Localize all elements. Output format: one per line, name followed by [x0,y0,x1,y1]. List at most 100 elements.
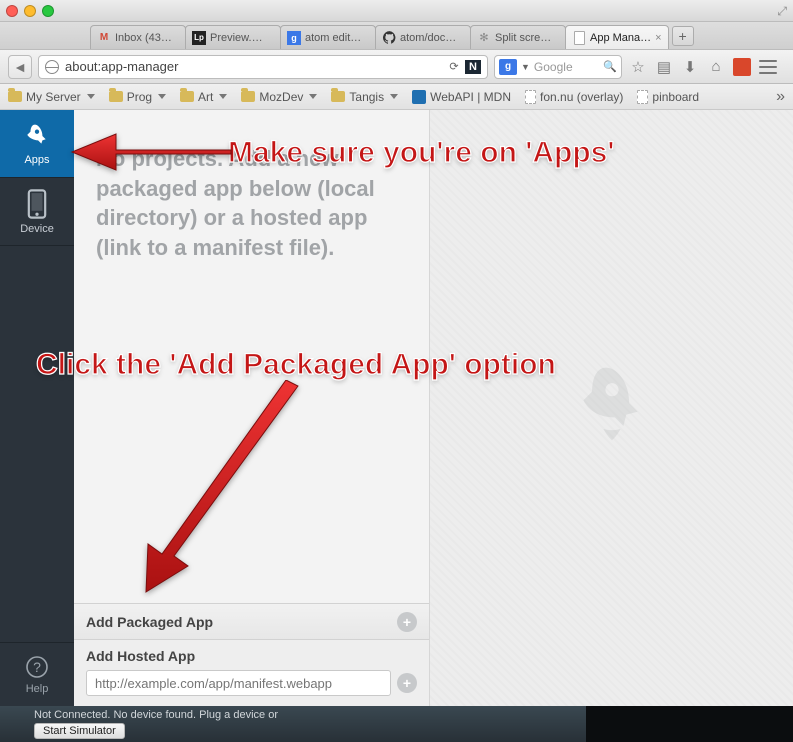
menu-button[interactable] [758,57,778,77]
tab-label: Preview.… [210,32,263,44]
svg-text:?: ? [33,659,41,675]
page-icon [637,90,648,104]
hosted-url-input[interactable] [86,670,391,696]
bookmark-folder-mozdev[interactable]: MozDev [241,90,317,104]
fullscreen-icon[interactable]: ⤢ [777,4,787,19]
new-tab-button[interactable]: + [672,26,694,46]
bookmark-webapi[interactable]: WebAPI | MDN [412,90,511,104]
bookmark-folder-myserver[interactable]: My Server [8,90,95,104]
bookmark-folder-art[interactable]: Art [180,90,227,104]
chevron-down-icon [219,94,227,99]
sidebar-item-apps[interactable]: Apps [0,110,74,178]
add-packaged-app-button[interactable]: Add Packaged App + [74,603,429,639]
add-hosted-app-section: Add Hosted App + [74,639,429,706]
tab-atom-doc[interactable]: atom/doc… [375,25,471,49]
search-placeholder: Google [534,60,573,74]
gmail-icon: M [97,31,111,45]
minimize-window-button[interactable] [24,5,36,17]
search-box[interactable]: g ▼ Google 🔍 [494,55,622,79]
navigation-toolbar: ◄ about:app-manager ⟳ N g ▼ Google 🔍 ☆ ▤… [0,50,793,84]
add-packaged-label: Add Packaged App [86,614,213,630]
tab-label: atom edit… [305,32,361,44]
folder-icon [8,91,22,102]
chevron-down-icon [309,94,317,99]
chevron-down-icon [158,94,166,99]
bookmark-label: Art [198,90,213,104]
plus-icon: + [397,612,417,632]
bookmark-label: fon.nu (overlay) [540,90,623,104]
bookmark-fonnu[interactable]: fon.nu (overlay) [525,90,623,104]
url-bar[interactable]: about:app-manager ⟳ N [38,55,488,79]
gear-icon: ✻ [477,31,491,45]
bookmark-label: Tangis [349,90,384,104]
list-icon[interactable]: ▤ [654,57,674,77]
folder-icon [241,91,255,102]
bookmark-label: Prog [127,90,152,104]
window-titlebar [0,0,793,22]
downloads-icon[interactable]: ⬇ [680,57,700,77]
tab-label: Inbox (43… [115,32,172,44]
folder-icon [109,91,123,102]
home-icon[interactable]: ⌂ [706,57,726,77]
projects-panel: No projects. Add a new packaged app belo… [74,110,430,706]
help-icon: ? [25,655,49,679]
empty-state-message: No projects. Add a new packaged app belo… [74,110,429,263]
bookmark-star-icon[interactable]: ☆ [628,57,648,77]
close-window-button[interactable] [6,5,18,17]
generic-page-icon [572,31,586,45]
google-icon: g [287,31,301,45]
detail-panel-empty [430,110,793,706]
tab-preview[interactable]: Lp Preview.… [185,25,281,49]
connection-footer: Not Connected. No device found. Plug a d… [0,706,793,742]
bookmarks-overflow-icon[interactable]: » [776,88,785,106]
bookmark-folder-tangis[interactable]: Tangis [331,90,398,104]
github-icon [382,31,396,45]
browser-tabstrip: ⤢ M Inbox (43… Lp Preview.… g atom edit…… [0,22,793,50]
sidebar-label: Apps [24,154,49,166]
tab-label: App Mana… [590,32,651,44]
tab-atom-edit[interactable]: g atom edit… [280,25,376,49]
back-button[interactable]: ◄ [8,55,32,79]
lp-icon: Lp [192,31,206,45]
search-engine-icon[interactable]: g [499,59,517,75]
tab-split-screen[interactable]: ✻ Split scre… [470,25,566,49]
chevron-down-icon [390,94,398,99]
bookmark-label: My Server [26,90,81,104]
noscript-icon[interactable]: N [465,60,481,74]
sidebar-item-device[interactable]: Device [0,178,74,246]
sidebar-label: Help [26,683,49,695]
addon-icon[interactable] [732,57,752,77]
add-hosted-label: Add Hosted App [86,648,417,664]
app-manager-sidebar: Apps Device ? Help [0,110,74,706]
bookmark-label: MozDev [259,90,303,104]
app-manager-main: Apps Device ? Help No projects. Add a ne… [0,110,793,706]
tab-label: Split scre… [495,32,551,44]
phone-icon [26,189,48,219]
chevron-down-icon [87,94,95,99]
add-hosted-plus-icon[interactable]: + [397,673,417,693]
reload-icon[interactable]: ⟳ [447,60,461,74]
tab-inbox[interactable]: M Inbox (43… [90,25,186,49]
globe-icon [45,60,59,74]
close-tab-icon[interactable]: × [655,32,661,44]
footer-status: Not Connected. No device found. Plug a d… [0,706,586,742]
mdn-icon [412,90,426,104]
bookmark-pinboard[interactable]: pinboard [637,90,699,104]
tab-app-manager[interactable]: App Mana… × [565,25,669,49]
page-icon [525,90,536,104]
url-text: about:app-manager [65,59,178,74]
rocket-icon [24,122,50,150]
start-simulator-button[interactable]: Start Simulator [34,723,125,739]
search-icon[interactable]: 🔍 [603,60,617,74]
bookmark-folder-prog[interactable]: Prog [109,90,166,104]
sidebar-item-help[interactable]: ? Help [0,642,74,706]
window-controls [6,5,54,17]
sidebar-label: Device [20,223,54,235]
footer-status-text: Not Connected. No device found. Plug a d… [34,709,578,721]
tab-label: atom/doc… [400,32,456,44]
rocket-watermark-icon [577,366,647,451]
bookmark-label: WebAPI | MDN [430,90,511,104]
bookmarks-toolbar: My Server Prog Art MozDev Tangis WebAPI … [0,84,793,110]
folder-icon [331,91,345,102]
maximize-window-button[interactable] [42,5,54,17]
